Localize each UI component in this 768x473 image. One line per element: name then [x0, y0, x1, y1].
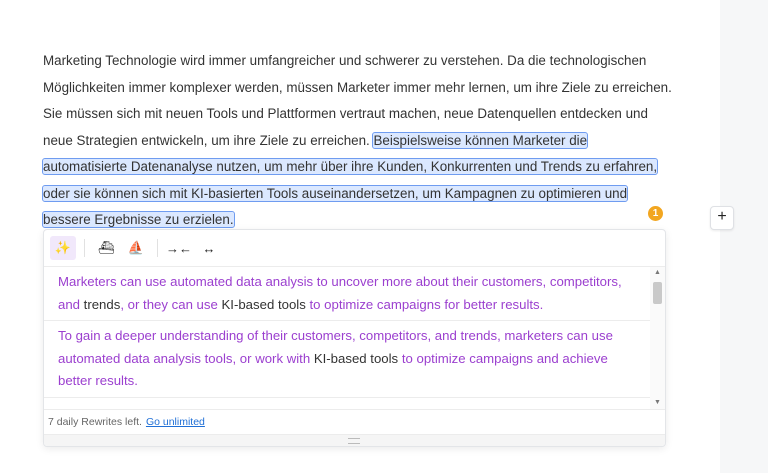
- scrollbar[interactable]: ▲ ▼: [650, 267, 665, 409]
- right-gutter: [720, 0, 768, 473]
- rewrite-panel: ✨ ⛴ ⛵ →← ↔ Marketers can use automated d…: [43, 229, 666, 447]
- boat-icon[interactable]: ⛴: [93, 236, 119, 260]
- sparkle-icon[interactable]: ✨: [50, 236, 76, 260]
- scroll-down-icon[interactable]: ▼: [650, 397, 665, 409]
- go-unlimited-link[interactable]: Go unlimited: [146, 416, 205, 428]
- kept-text: KI-based: [221, 296, 275, 312]
- resize-grip[interactable]: [44, 434, 665, 446]
- rewrite-footer: 7 daily Rewrites left. Go unlimited: [44, 409, 665, 434]
- grip-icon: [348, 438, 360, 444]
- document-editor[interactable]: Marketing Technologie wird immer umfangr…: [41, 48, 673, 234]
- suggestion-list: Marketers can use automated data analysi…: [44, 267, 650, 409]
- kept-text: tools: [370, 350, 399, 366]
- rewrite-toolbar: ✨ ⛴ ⛵ →← ↔: [44, 230, 665, 267]
- issue-count-badge[interactable]: 1: [648, 206, 663, 221]
- rewritten-text: , or they can use: [120, 296, 222, 312]
- kept-text: tools: [277, 296, 306, 312]
- kept-text: KI-based: [313, 350, 367, 366]
- toolbar-divider: [84, 239, 85, 257]
- suggestion-item[interactable]: Marketers can use automated data analysi…: [44, 267, 650, 321]
- kept-text: trends: [83, 296, 121, 312]
- toolbar-divider: [157, 239, 158, 257]
- arrows-out-icon[interactable]: ↔: [196, 236, 222, 260]
- suggestion-item[interactable]: To gain a deeper understanding of their …: [44, 321, 650, 398]
- rewritten-text: to optimize campaigns for better results…: [305, 296, 544, 312]
- add-block-button[interactable]: +: [710, 206, 734, 230]
- rewrites-left-text: 7 daily Rewrites left.: [48, 416, 142, 428]
- scroll-up-icon[interactable]: ▲: [650, 267, 665, 279]
- arrows-in-icon[interactable]: →←: [166, 236, 192, 260]
- paragraph[interactable]: Marketing Technologie wird immer umfangr…: [41, 48, 673, 234]
- ship-icon[interactable]: ⛵: [123, 236, 149, 260]
- scroll-thumb[interactable]: [653, 282, 662, 304]
